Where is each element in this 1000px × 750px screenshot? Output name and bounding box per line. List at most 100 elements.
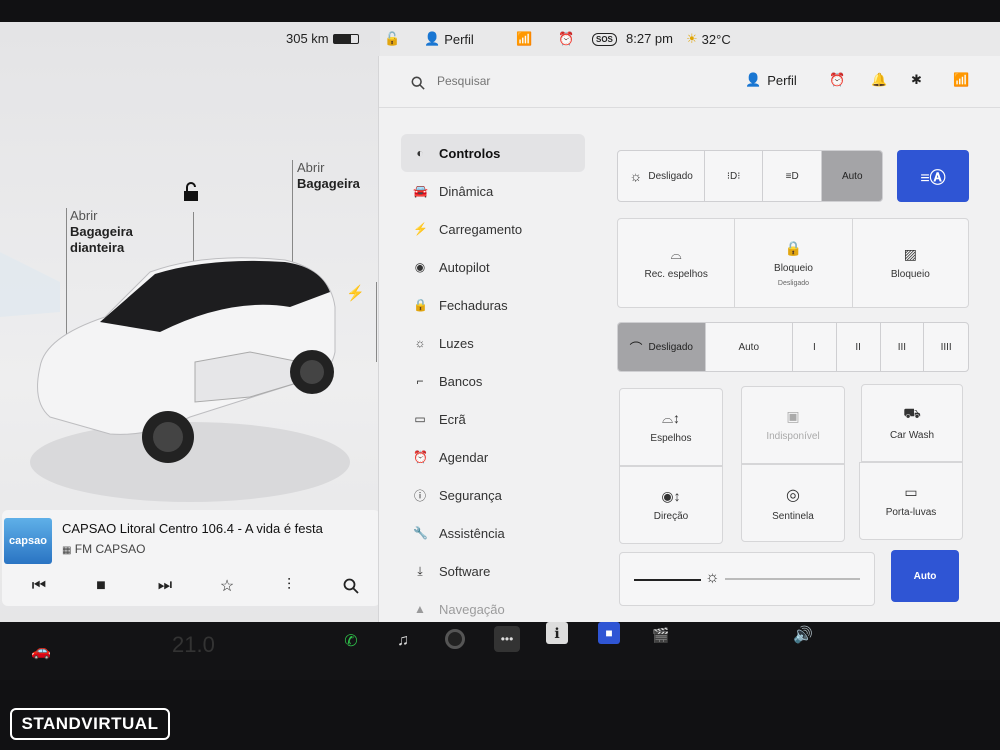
toggle-icon: ◐ (416, 146, 424, 160)
camera-icon: ▣ (786, 408, 800, 424)
menu-item-software[interactable]: ⤓ Software (401, 552, 585, 590)
sos-icon[interactable]: SOS (592, 33, 617, 46)
menu-item-seguranca[interactable]: ⓘ Segurança (401, 476, 585, 514)
brightness-track[interactable] (725, 578, 860, 580)
status-profile[interactable]: 👤 Perfil (424, 31, 474, 47)
unavailable-label: Indisponível (766, 431, 820, 442)
phone-icon[interactable]: ✆ (338, 628, 364, 654)
menu-item-assistencia[interactable]: 🔧 Assistência (401, 514, 585, 552)
child-lock-status: Desligado (777, 279, 810, 287)
alarm-icon: ⏰ (558, 31, 575, 46)
menu-item-navegacao[interactable]: ▲ Navegação (401, 590, 585, 622)
menu-item-carregamento[interactable]: ⚡ Carregamento (401, 210, 585, 248)
steering-adjust-button[interactable]: ◉↕ Direção (619, 466, 723, 544)
wipers-speed-4[interactable]: IIII (924, 323, 968, 371)
wipers-auto-option[interactable]: Auto (706, 323, 793, 371)
header-profile[interactable]: 👤 Perfil (745, 72, 797, 88)
menu-item-label: Ecrã (439, 411, 466, 427)
headlights-control: ☼ Desligado ⁝D⁝ ≡D Auto (617, 150, 883, 202)
menu-item-ecra[interactable]: ▭ Ecrã (401, 400, 585, 438)
child-lock-button[interactable]: 🔒 Bloqueio Desligado (735, 219, 853, 307)
door-lock-icon[interactable] (182, 182, 200, 207)
stop-button[interactable]: ■ (86, 574, 116, 598)
theater-icon[interactable]: 🎬 (648, 622, 674, 648)
media-search-button[interactable] (336, 574, 366, 598)
star-icon: ☆ (219, 578, 235, 595)
volume-icon[interactable]: 🔊 (790, 622, 816, 648)
brightness-auto-button[interactable]: Auto (891, 550, 959, 602)
mirror-lock-row: ⌓ Rec. espelhos 🔒 Bloqueio Desligado ▨ B… (617, 218, 969, 308)
steering-wheel-icon: ◉ (414, 260, 426, 274)
window-lock-button[interactable]: ▨ Bloqueio (853, 219, 968, 307)
steering-adjust-label: Direção (653, 511, 689, 522)
search-input[interactable] (437, 74, 637, 88)
glovebox-icon: ▭ (904, 484, 918, 500)
dashcam-icon[interactable]: ■ (598, 622, 620, 644)
lock-icon: 🔒 (413, 298, 428, 312)
car-icon[interactable]: 🚗 (28, 638, 54, 664)
menu-item-label: Autopilot (439, 259, 490, 275)
menu-item-fechaduras[interactable]: 🔒 Fechaduras (401, 286, 585, 324)
fold-mirrors-button[interactable]: ⌓ Rec. espelhos (618, 219, 736, 307)
wipers-speed-1-label: I (812, 341, 816, 353)
menu-item-bancos[interactable]: ⌐ Bancos (401, 362, 585, 400)
download-icon: ⤓ (417, 563, 423, 578)
car-wash-icon: ⛟ (903, 405, 921, 421)
sentry-icon: ◎ (786, 486, 800, 504)
person-icon: 👤 (745, 72, 762, 87)
music-icon[interactable]: ♫ (390, 628, 416, 654)
wipers-off-option[interactable]: ⌒ Desligado (618, 323, 706, 371)
menu-item-label: Bancos (439, 373, 483, 389)
wrench-icon: 🔧 (413, 526, 428, 540)
alarm-icon[interactable]: ⏰ (829, 72, 845, 88)
menu-item-luzes[interactable]: ☼ Luzes (401, 324, 585, 362)
rear-trunk-label[interactable]: Abrir Bagageira (297, 160, 360, 192)
camera-app-icon[interactable] (442, 626, 468, 652)
headlights-off-option[interactable]: ☼ Desligado (618, 151, 706, 201)
mirror-adjust-icon: ⌓↕ (661, 410, 681, 426)
headlights-off-label: Desligado (648, 170, 693, 182)
menu-item-agendar[interactable]: ⏰ Agendar (401, 438, 585, 476)
lock-icon: 🔒 (784, 239, 803, 256)
touchscreen: Abrir Bagageira dianteira Abrir Bagageir… (0, 22, 1000, 622)
glovebox-label: Porta-luvas (885, 507, 937, 518)
car-wash-button[interactable]: ⛟ Car Wash (861, 384, 963, 462)
brightness-sun-icon[interactable]: ☼ (705, 569, 720, 587)
cabin-temperature[interactable]: 21.0 (172, 632, 215, 658)
display-icon: ▭ (414, 412, 426, 426)
bolt-icon: ⚡ (413, 222, 428, 236)
wipers-speed-2[interactable]: II (837, 323, 881, 371)
favorite-button[interactable]: ☆ (212, 574, 242, 598)
lock-status-icon[interactable]: 🔓 (384, 31, 400, 47)
bluetooth-icon[interactable]: ✱ (911, 72, 922, 88)
wipers-speed-1[interactable]: I (793, 323, 837, 371)
sentry-mode-button[interactable]: ◎ Sentinela (741, 464, 845, 542)
temperature: 32°C (701, 31, 731, 47)
wifi-icon[interactable]: 📶 (953, 72, 969, 88)
menu-item-controlos[interactable]: ◐ Controlos (401, 134, 585, 172)
wiper-icon: ⌒ (629, 340, 643, 356)
media-title: CAPSAO Litoral Centro 106.4 - A vida é f… (62, 521, 323, 536)
window-lock-icon: ▨ (903, 246, 917, 262)
low-beam-option[interactable]: ≡D (763, 151, 823, 201)
unavailable-tile: ▣ Indisponível (741, 386, 845, 464)
car-visualization-pane: Abrir Bagageira dianteira Abrir Bagageir… (0, 22, 380, 622)
car-wash-label: Car Wash (889, 430, 935, 441)
menu-item-dinamica[interactable]: 🚘 Dinâmica (401, 172, 585, 210)
glovebox-button[interactable]: ▭ Porta-luvas (859, 462, 963, 540)
next-track-button[interactable]: ⏭ (150, 574, 180, 598)
wipers-speed-3[interactable]: III (881, 323, 925, 371)
brightness-auto-label: Auto (913, 570, 937, 582)
parking-lights-option[interactable]: ⁝D⁝ (705, 151, 763, 201)
battery-icon (332, 33, 359, 44)
headlights-auto-option[interactable]: Auto (822, 151, 882, 201)
weather: ☀ 32°C (686, 31, 731, 47)
menu-item-autopilot[interactable]: ◉ Autopilot (401, 248, 585, 286)
mirrors-adjust-button[interactable]: ⌓↕ Espelhos (619, 388, 723, 466)
auto-high-beam-button[interactable]: ≡Ⓐ (897, 150, 969, 202)
more-apps-icon[interactable]: ••• (494, 626, 520, 652)
manual-icon[interactable]: ℹ (546, 622, 568, 644)
bell-icon[interactable]: 🔔 (871, 72, 887, 88)
previous-track-button[interactable]: ⏮ (24, 574, 54, 598)
equalizer-button[interactable]: ⫶ (274, 574, 304, 598)
